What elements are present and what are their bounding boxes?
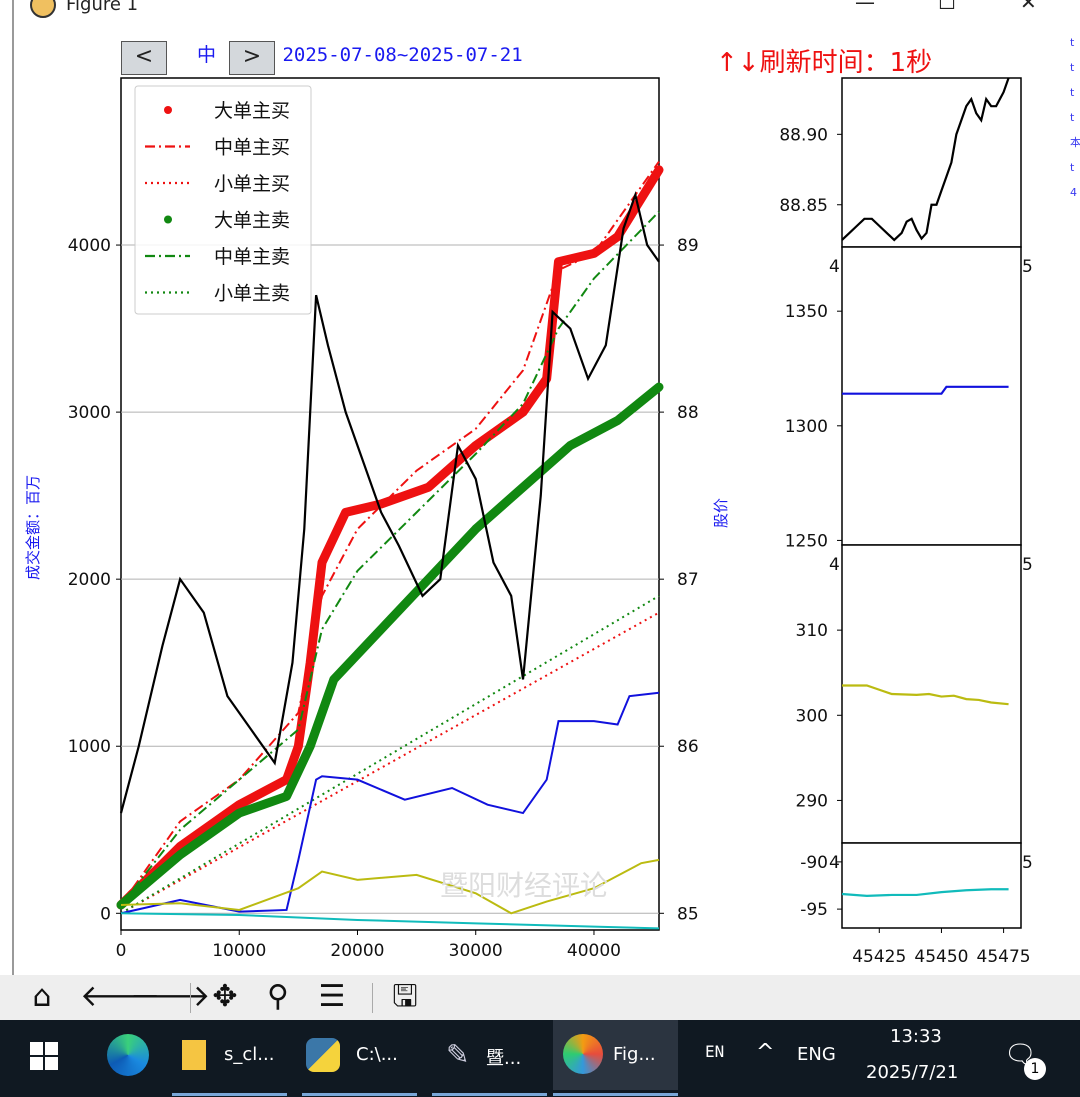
windows-icon [30,1042,58,1070]
chart-title-prefix: 中 [197,44,217,66]
strip-char: 本 [1070,136,1080,149]
side-x-tick-label: 45425 [852,947,906,967]
figure-canvas[interactable]: 暨阳财经评论 0 10000 20000 30000 40000 0 1000 2000 30… [0,0,1080,975]
strip-char: 4 [1070,186,1077,199]
strip-char: t [1070,36,1075,49]
right-axis-label: 股价 [712,498,730,528]
legend-label: 大单主买 [214,100,290,122]
side-tick-label: 88.85 [779,196,828,216]
clipped-tick-label: 4 [829,257,840,277]
edge-taskbar-button[interactable] [105,1020,155,1090]
forward-icon[interactable]: 🡒 [130,977,210,1017]
taskbar-item-label: s_cl... [224,1044,275,1065]
language-indicator[interactable]: ENG [797,1044,836,1065]
side-x-tick-label: 45475 [977,947,1031,967]
y-left-tick-label: 3000 [68,403,111,423]
strip-char: t [1070,161,1075,174]
side-tick-label: 88.90 [779,125,828,145]
legend-label: 小单主买 [214,173,290,195]
taskbar-item-label: 暨... [486,1048,522,1069]
save-icon[interactable]: 🖫 [385,977,425,1017]
home-icon[interactable]: ⌂ [22,977,62,1017]
zoom-icon[interactable]: ⚲ [258,977,298,1017]
watermark: 暨阳财经评论 [440,869,608,902]
y-left-tick-label: 4000 [68,236,111,256]
taskbar-item-folder[interactable]: s_cl... [172,1020,287,1096]
legend-label: 中单主卖 [214,246,290,268]
main-x-ticks: 0 10000 20000 30000 40000 [116,930,621,961]
legend: 大单主买中单主买小单主买大单主卖中单主卖小单主卖 [134,85,312,315]
side-tick-label: 290 [796,791,828,811]
x-tick-label: 30000 [449,941,503,961]
side-tick-label: -90 [800,853,828,873]
taskbar-item-label: C:\... [356,1044,398,1065]
clipped-tick-label: 5 [1022,257,1033,277]
clipped-tick-label: 4 [829,555,840,575]
strip-char: t [1070,86,1075,99]
legend-marker [164,215,172,224]
chart-title-rest: 示 2025-07-08~2025-07-21 [252,44,523,66]
start-button[interactable] [28,1020,68,1090]
side-plot-4-frame [841,842,1022,929]
side-plot-1-frame [841,77,1022,248]
side-plot-2-frame [841,246,1022,546]
clock-date[interactable]: 2025/7/21 [866,1062,958,1083]
x-tick-label: 20000 [330,941,384,961]
y-left-tick-label: 2000 [68,570,111,590]
taskbar-item-label: Fig... [613,1044,656,1065]
toolbar-separator [190,983,191,1013]
left-axis-label: 成交金额：百万 [24,475,42,580]
taskbar-item-figure[interactable]: Fig... [553,1020,678,1096]
legend-label: 小单主卖 [214,283,290,305]
python-icon [306,1038,340,1072]
pan-icon[interactable]: ✥ [205,977,245,1017]
clipped-tick-label: 5 [1022,555,1033,575]
side-x-tick-label: 45450 [914,947,968,967]
legend-label: 中单主买 [214,137,290,159]
toolbar-separator [372,983,373,1013]
side-tick-label: 1250 [785,531,828,551]
clock-time[interactable]: 13:33 [890,1026,942,1047]
y-right-tick-label: 87 [677,570,699,590]
prev-button[interactable]: < [121,41,167,75]
matplotlib-toolbar: ⌂ 🡐 🡒 ✥ ⚲ ☰ 🖫 [0,975,1080,1020]
edge-icon [107,1034,149,1076]
main-y-right-ticks: 85 86 87 88 89 [659,236,699,924]
y-left-tick-label: 0 [100,904,111,924]
x-tick-label: 10000 [212,941,266,961]
strip-char: t [1070,61,1075,74]
back-icon[interactable]: 🡐 [80,977,160,1017]
y-left-tick-label: 1000 [68,737,111,757]
ime-indicator[interactable]: EN [705,1042,724,1061]
side-tick-label: 1350 [785,302,828,322]
folder-icon [182,1040,206,1070]
clipped-tick-label: 4 [829,853,840,873]
main-y-left-ticks: 0 1000 2000 3000 4000 [68,236,121,924]
feather-icon: ✎ [446,1038,470,1071]
side-tick-label: 310 [796,621,828,641]
right-edge-strip: t t t t 本 t 4 [1070,30,1080,205]
x-tick-label: 0 [116,941,127,961]
legend-marker [164,106,172,114]
side-tick-label: 300 [796,706,828,726]
y-right-tick-label: 88 [677,403,699,423]
chevron-up-icon[interactable]: ^ [756,1040,774,1065]
side-tick-label: 1300 [785,417,828,437]
side-tick-label: -95 [800,900,828,920]
configure-subplots-icon[interactable]: ☰ [312,977,352,1017]
y-right-tick-label: 89 [677,236,699,256]
y-right-tick-label: 85 [677,904,699,924]
taskbar-item-feather[interactable]: ✎ 暨... [432,1020,547,1096]
strip-char: t [1070,111,1075,124]
legend-label: 大单主卖 [214,210,290,232]
next-button[interactable]: > [229,41,275,75]
y-right-tick-label: 86 [677,737,699,757]
refresh-time-label: ↑↓刷新时间：1秒 [716,48,933,78]
notification-count-badge: 1 [1024,1058,1046,1080]
taskbar: s_cl... C:\... ✎ 暨... Fig... EN ^ ENG 13… [0,1020,1080,1097]
matplotlib-icon [563,1034,603,1074]
x-tick-label: 40000 [567,941,621,961]
clipped-tick-label: 5 [1022,853,1033,873]
taskbar-item-python[interactable]: C:\... [302,1020,417,1096]
